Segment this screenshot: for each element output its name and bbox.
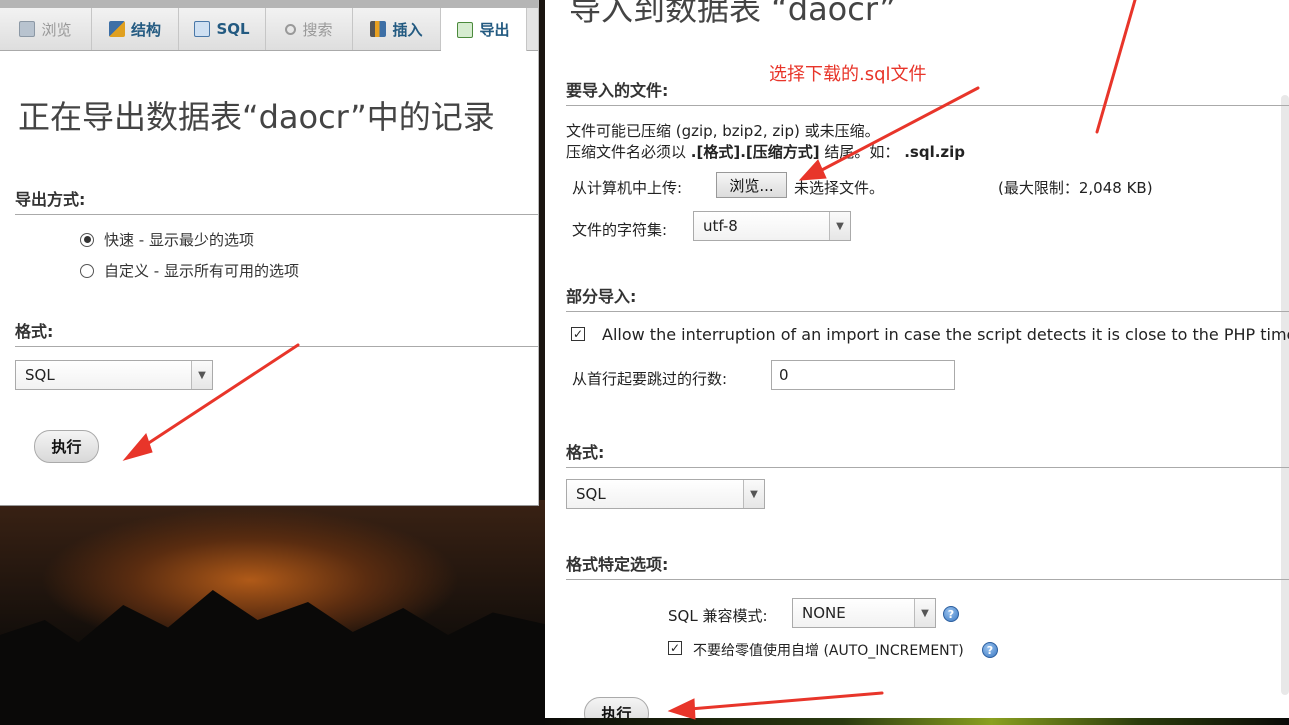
tab-label: 结构 xyxy=(130,20,161,39)
tab-label: SQL xyxy=(216,20,250,38)
format-options-heading: 格式特定选项: xyxy=(566,551,1289,580)
no-auto-increment-label: 不要给零值使用自增 (AUTO_INCREMENT) xyxy=(693,643,964,659)
charset-select[interactable]: utf-8 ▼ xyxy=(693,211,851,241)
page-title: 正在导出数据表“daocr”中的记录 xyxy=(18,98,495,136)
chevron-down-icon[interactable]: ▼ xyxy=(914,599,935,627)
export-icon xyxy=(457,21,474,38)
radio-quick[interactable]: 快速 - 显示最少的选项 xyxy=(80,229,254,250)
format-select[interactable]: SQL ▼ xyxy=(15,360,213,390)
radio-button[interactable] xyxy=(80,263,94,278)
no-auto-increment-checkbox[interactable]: ✓ xyxy=(668,641,682,655)
compress-rule: 压缩文件名必须以 .[格式].[压缩方式] 结尾。如： .sql.zip xyxy=(566,141,965,162)
upload-label: 从计算机中上传: xyxy=(572,179,683,197)
chevron-down-icon[interactable]: ▼ xyxy=(191,361,212,389)
sql-icon xyxy=(194,21,211,37)
import-window: 导入到数据表 “daocr” 选择下载的.sql文件 要导入的文件: 文件可能已… xyxy=(545,0,1289,718)
sql-compat-label: SQL 兼容模式: xyxy=(668,607,768,625)
skip-rows-input[interactable]: 0 xyxy=(771,360,955,390)
export-window: 浏览 结构 SQL 搜索 插入 导出 正在导出数据表“daocr”中的记录 导出… xyxy=(0,0,539,506)
search-icon xyxy=(285,23,297,35)
no-file-text: 未选择文件。 xyxy=(794,179,885,197)
allow-interrupt-checkbox[interactable]: ✓ xyxy=(571,327,585,341)
format-select-value: SQL xyxy=(576,485,606,503)
help-icon[interactable]: ? xyxy=(982,642,998,658)
sql-compat-select[interactable]: NONE ▼ xyxy=(792,598,936,628)
radio-label: 自定义 - 显示所有可用的选项 xyxy=(104,262,299,280)
browse-icon xyxy=(19,21,36,37)
page-title: 导入到数据表 “daocr” xyxy=(569,0,896,28)
insert-icon xyxy=(370,21,387,37)
mountain-silhouette xyxy=(0,590,560,725)
allow-interrupt-label: Allow the interruption of an import in c… xyxy=(602,325,1289,344)
partial-heading: 部分导入: xyxy=(566,283,1289,312)
format-select[interactable]: SQL ▼ xyxy=(566,479,765,509)
tab-insert[interactable]: 插入 xyxy=(353,8,441,50)
tab-label: 导出 xyxy=(479,21,510,39)
format-heading: 格式: xyxy=(566,439,1289,468)
sql-compat-value: NONE xyxy=(802,604,846,622)
desktop-background xyxy=(0,500,560,725)
tab-browse[interactable]: 浏览 xyxy=(0,8,92,50)
radio-label: 快速 - 显示最少的选项 xyxy=(104,231,254,249)
structure-icon xyxy=(108,21,125,37)
compress-rule-suffix: 结尾。如： xyxy=(824,143,900,161)
compress-rule-format: .[格式].[压缩方式] xyxy=(690,143,820,161)
max-limit-text: (最大限制：2,048 KB) xyxy=(998,179,1153,197)
tab-structure[interactable]: 结构 xyxy=(92,8,179,50)
tab-search[interactable]: 搜索 xyxy=(266,8,353,50)
chevron-down-icon[interactable]: ▼ xyxy=(743,480,764,508)
tab-label: 搜索 xyxy=(302,20,333,39)
scrollbar[interactable] xyxy=(1281,95,1289,695)
tab-bar-top xyxy=(0,0,538,8)
radio-custom[interactable]: 自定义 - 显示所有可用的选项 xyxy=(80,260,299,281)
compress-note: 文件可能已压缩 (gzip, bzip2, zip) 或未压缩。 xyxy=(566,122,880,140)
help-icon[interactable]: ? xyxy=(943,606,959,622)
file-heading: 要导入的文件: xyxy=(566,77,1289,106)
charset-label: 文件的字符集: xyxy=(572,221,668,239)
charset-select-value: utf-8 xyxy=(703,217,738,235)
browse-button[interactable]: 浏览... xyxy=(716,172,787,198)
tab-label: 浏览 xyxy=(41,20,72,39)
export-method-heading: 导出方式: xyxy=(15,186,538,215)
go-button[interactable]: 执行 xyxy=(584,697,649,718)
radio-button[interactable] xyxy=(80,232,94,247)
go-button[interactable]: 执行 xyxy=(34,430,99,463)
tab-bar: 浏览 结构 SQL 搜索 插入 导出 xyxy=(0,0,538,51)
tab-label: 插入 xyxy=(392,20,423,39)
format-select-value: SQL xyxy=(25,366,55,384)
tab-sql[interactable]: SQL xyxy=(179,8,266,50)
format-heading: 格式: xyxy=(15,318,538,347)
tab-export[interactable]: 导出 xyxy=(441,8,527,51)
skip-rows-label: 从首行起要跳过的行数: xyxy=(572,370,728,388)
compress-example: .sql.zip xyxy=(904,143,966,161)
compress-rule-prefix: 压缩文件名必须以 xyxy=(566,143,687,161)
chevron-down-icon[interactable]: ▼ xyxy=(829,212,850,240)
